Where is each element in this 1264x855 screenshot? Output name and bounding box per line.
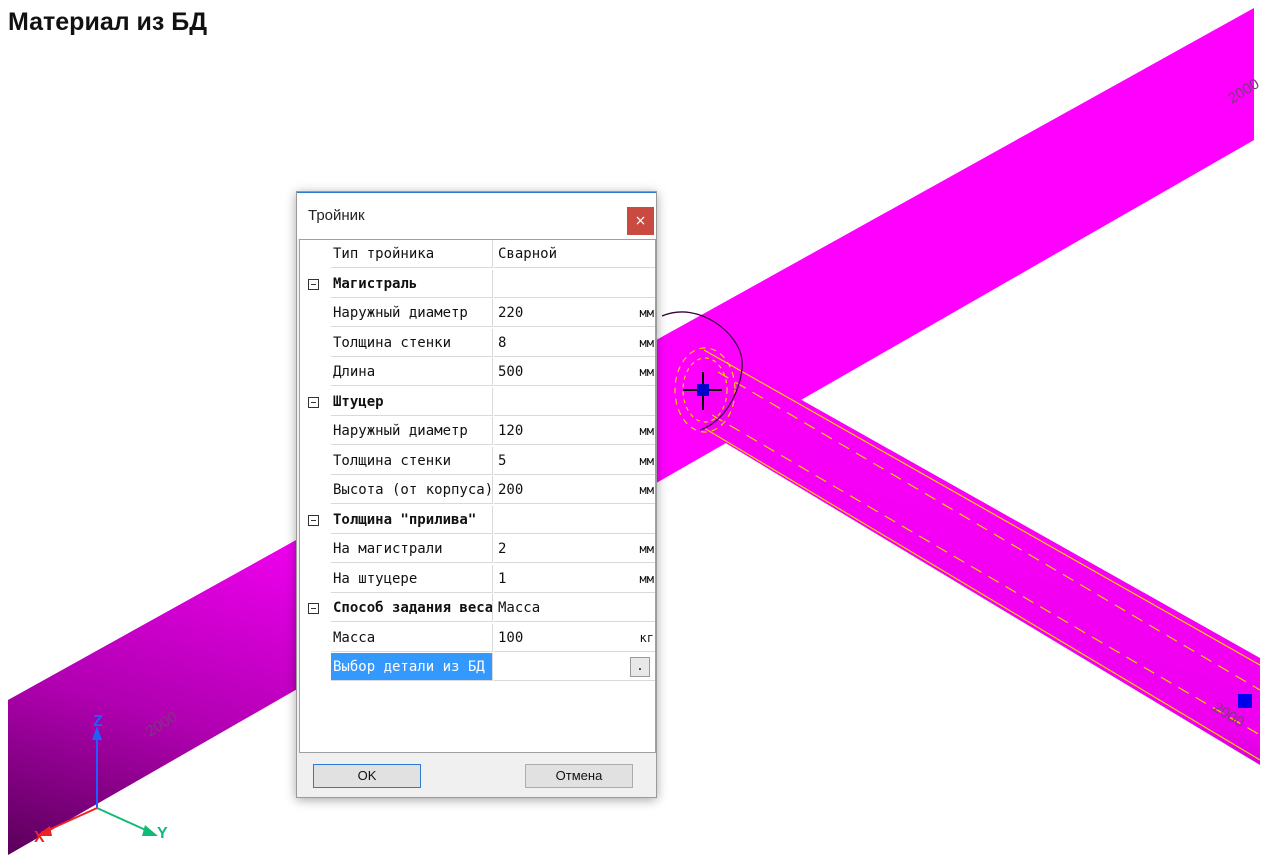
row-gutter xyxy=(300,417,330,446)
collapse-icon[interactable] xyxy=(308,278,319,290)
property-name: Магистраль xyxy=(331,269,493,298)
row-gutter xyxy=(300,535,330,564)
property-name: Тип тройника xyxy=(331,240,493,268)
row-gutter xyxy=(300,240,330,269)
row-gutter xyxy=(300,388,330,417)
dialog-titlebar[interactable]: Тройник × xyxy=(297,192,656,239)
property-unit: кг xyxy=(639,630,654,645)
row-gutter xyxy=(300,506,330,535)
property-unit: мм xyxy=(639,365,654,379)
property-name: Наружный диаметр xyxy=(331,299,493,327)
property-row[interactable]: Длина 500 мм xyxy=(300,358,655,387)
property-name: Толщина "прилива" xyxy=(331,505,493,534)
property-grid: Тип тройника Сварной Магистраль Наружный ди… xyxy=(299,239,656,753)
axis-x-label: X xyxy=(34,829,45,846)
property-group-row[interactable]: Штуцер xyxy=(300,387,655,417)
property-value[interactable] xyxy=(494,506,655,534)
row-gutter xyxy=(300,624,330,653)
branch-pipe[interactable] xyxy=(704,345,1260,765)
property-row[interactable]: На магистрали 2 мм xyxy=(300,535,655,564)
property-unit: мм xyxy=(639,306,654,320)
property-unit: мм xyxy=(639,571,654,586)
collapse-icon[interactable] xyxy=(308,603,319,614)
browse-button[interactable]: . xyxy=(630,657,650,677)
tee-properties-dialog: Тройник × Тип тройника Сварной Магистраль Н… xyxy=(296,191,657,798)
property-row[interactable]: Высота (от корпуса) 200 мм xyxy=(300,476,655,505)
dialog-title: Тройник xyxy=(308,207,365,224)
property-row[interactable]: Масса 100 кг xyxy=(300,623,655,653)
cancel-button[interactable]: Отмена xyxy=(525,764,633,788)
row-gutter xyxy=(300,476,330,505)
property-name: Способ задания веса xyxy=(331,594,493,622)
property-name: Толщина стенки xyxy=(331,328,493,357)
property-value[interactable]: Сварной xyxy=(494,240,655,268)
property-group-row[interactable]: Способ задания веса Масса xyxy=(300,594,655,623)
property-name: Выбор детали из БД xyxy=(331,653,493,681)
collapse-icon[interactable] xyxy=(308,396,319,408)
property-row[interactable]: Наружный диаметр 220 мм xyxy=(300,299,655,328)
row-gutter xyxy=(300,270,330,299)
property-group-row[interactable]: Толщина "прилива" xyxy=(300,505,655,535)
property-name: На штуцере xyxy=(331,564,493,593)
collapse-icon[interactable] xyxy=(308,514,319,526)
row-gutter xyxy=(300,447,330,476)
row-gutter xyxy=(300,299,330,328)
property-value[interactable] xyxy=(494,270,655,298)
property-row[interactable]: Выбор детали из БД. xyxy=(300,653,655,682)
property-row[interactable]: Толщина стенки 5 мм xyxy=(300,446,655,476)
close-icon[interactable]: × xyxy=(627,207,654,235)
row-gutter xyxy=(300,329,330,358)
property-row[interactable]: Толщина стенки 8 мм xyxy=(300,328,655,358)
property-value[interactable] xyxy=(494,388,655,416)
property-name: Длина xyxy=(331,358,493,386)
property-row[interactable]: Наружный диаметр 120 мм xyxy=(300,417,655,446)
property-name: Штуцер xyxy=(331,387,493,416)
row-gutter xyxy=(300,594,330,623)
property-unit: мм xyxy=(639,542,654,556)
axis-y-label: Y xyxy=(157,825,168,842)
property-name: Высота (от корпуса) xyxy=(331,476,493,504)
property-name: Масса xyxy=(331,623,493,652)
property-unit: мм xyxy=(639,483,654,497)
property-unit: мм xyxy=(639,335,654,350)
property-unit: мм xyxy=(639,424,654,438)
property-name: Наружный диаметр xyxy=(331,417,493,445)
property-row[interactable]: Тип тройника Сварной xyxy=(300,240,655,269)
row-gutter xyxy=(300,565,330,594)
property-value[interactable]: Масса xyxy=(494,594,655,622)
page-heading: Материал из БД xyxy=(8,8,208,36)
axis-z-label: Z xyxy=(93,713,103,730)
property-group-row[interactable]: Магистраль xyxy=(300,269,655,299)
row-gutter xyxy=(300,653,330,682)
ok-button[interactable]: OK xyxy=(313,764,421,788)
property-name: На магистрали xyxy=(331,535,493,563)
end-marker[interactable] xyxy=(1238,694,1252,708)
property-unit: мм xyxy=(639,453,654,468)
row-gutter xyxy=(300,358,330,387)
property-row[interactable]: На штуцере 1 мм xyxy=(300,564,655,594)
property-name: Толщина стенки xyxy=(331,446,493,475)
